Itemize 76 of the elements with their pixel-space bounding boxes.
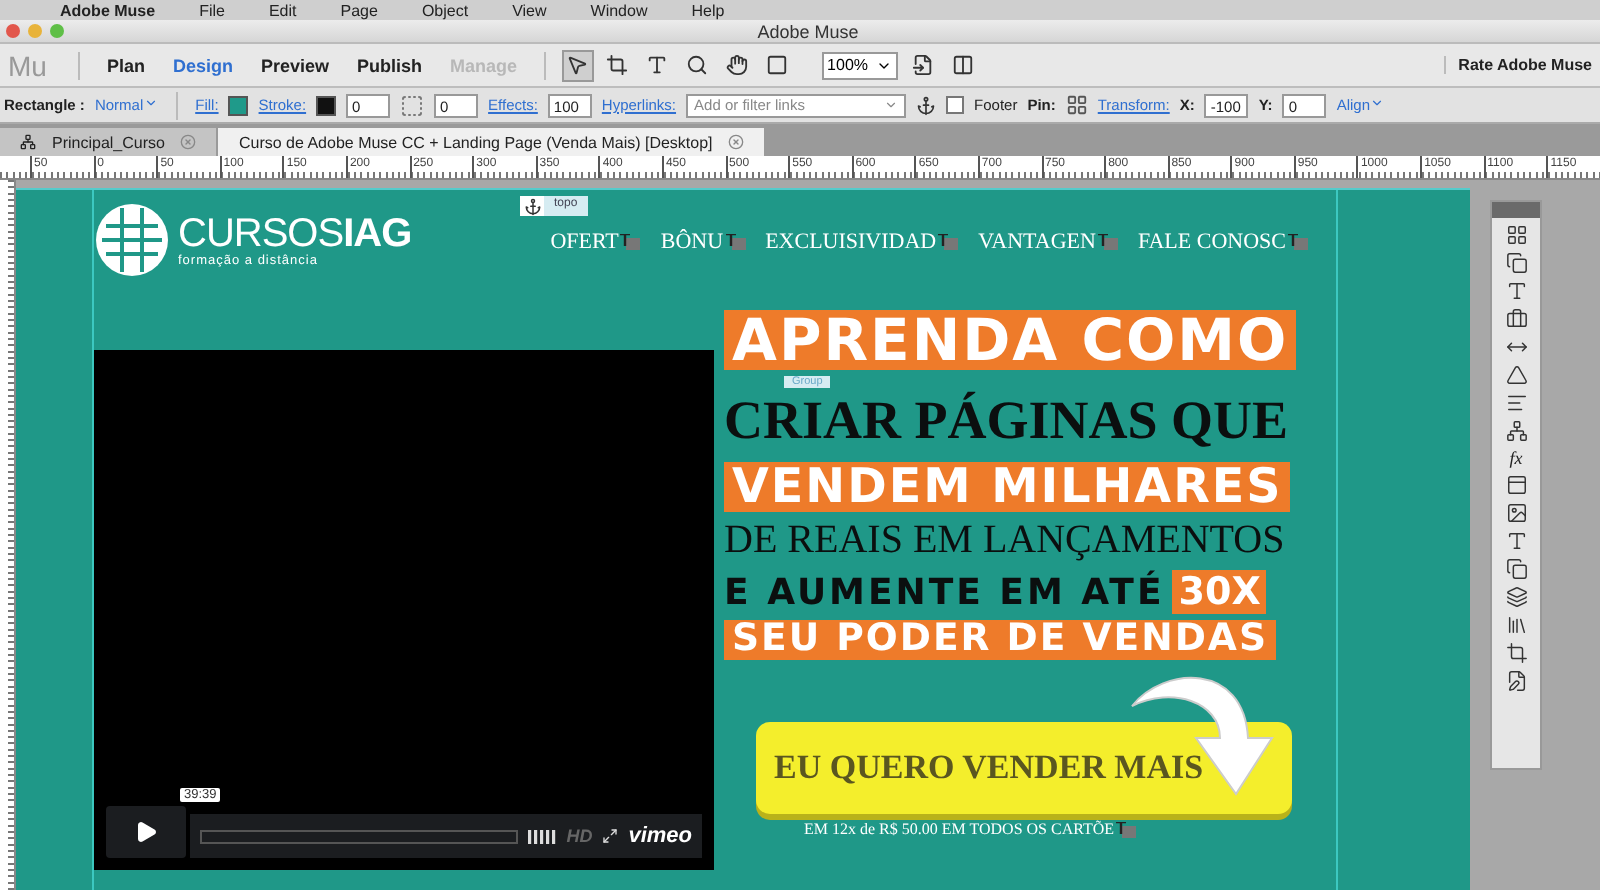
page-edit-icon[interactable] — [1505, 670, 1527, 692]
sitemap-icon[interactable] — [1505, 420, 1527, 442]
progress-track[interactable] — [200, 829, 519, 843]
zoom-select[interactable]: 100% — [821, 51, 899, 79]
document-tab[interactable]: Curso de Adobe Muse CC + Landing Page (Venda Mais) [Desktop] — [218, 128, 765, 156]
nav-link[interactable]: VANTAGEN — [978, 230, 1118, 254]
grid-icon[interactable] — [1505, 224, 1527, 246]
play-icon — [134, 820, 158, 844]
menu-item[interactable]: Adobe Muse — [60, 1, 156, 19]
caret-icon — [1370, 96, 1384, 110]
pin-icon[interactable] — [1065, 94, 1088, 116]
nav-link[interactable]: FALE CONOSC — [1137, 230, 1308, 254]
sitemap-icon — [20, 134, 36, 150]
pointer-tool-icon[interactable] — [561, 49, 594, 81]
headline-text: 30X — [1172, 570, 1267, 615]
caret-icon — [884, 98, 899, 112]
layers-icon[interactable] — [1505, 586, 1527, 608]
caret-icon — [143, 96, 158, 110]
text-icon[interactable] — [1505, 280, 1527, 302]
text-frame-icon — [1097, 234, 1118, 250]
library-icon[interactable] — [1505, 614, 1527, 636]
widget-icon[interactable] — [1505, 474, 1527, 496]
rate-link[interactable]: Rate Adobe Muse — [1444, 56, 1592, 74]
play-button[interactable] — [106, 806, 186, 858]
image-icon[interactable] — [1505, 502, 1527, 524]
menu-item[interactable]: Window — [590, 1, 648, 19]
text-style-icon[interactable] — [1505, 530, 1527, 552]
fill-swatch[interactable] — [228, 95, 249, 115]
layer-copy-icon[interactable] — [1505, 558, 1527, 580]
fullscreen-icon[interactable] — [602, 828, 619, 844]
text-frame-icon — [938, 234, 959, 250]
menu-item[interactable]: View — [512, 1, 547, 19]
headline-text: SEU PODER DE VENDAS — [724, 620, 1276, 661]
headline-text: DE REAIS EM LANÇAMENTOS — [724, 518, 1285, 565]
mode-tab[interactable]: Plan — [96, 51, 155, 79]
close-icon[interactable] — [728, 134, 745, 150]
effects-panel-button[interactable]: fx — [1509, 448, 1523, 468]
menu-item[interactable]: File — [199, 1, 225, 19]
app-label: Mu — [8, 49, 47, 81]
globe-logo-icon — [94, 202, 170, 278]
payment-note: EM 12x de R$ 50.00 EM TODOS OS CARTÕE — [804, 820, 1137, 839]
nav-link[interactable]: EXCLUISIVIDAD — [765, 230, 959, 254]
logo-text: CURSOSIAG — [178, 213, 412, 253]
vimeo-logo[interactable]: vimeo — [628, 824, 692, 848]
align-icon[interactable] — [1505, 392, 1527, 414]
mode-tab[interactable]: Publish — [347, 51, 433, 79]
window-title: Adobe Muse — [757, 21, 859, 41]
briefcase-icon[interactable] — [1505, 308, 1527, 330]
cta-button[interactable]: EU QUERO VENDER MAIS — [756, 722, 1292, 815]
menu-item[interactable]: Object — [421, 1, 469, 19]
headline-text: CRIAR PÁGINAS QUE — [724, 390, 1289, 453]
footer-checkbox[interactable] — [946, 96, 965, 114]
menu-item[interactable]: Page — [340, 1, 378, 19]
panel-header — [1492, 202, 1540, 218]
text-frame-icon — [620, 234, 641, 250]
nav-link[interactable]: BÔNU — [660, 230, 746, 254]
volume-icon[interactable] — [528, 829, 557, 843]
anchor-icon[interactable] — [916, 95, 937, 115]
text-frame-icon — [1288, 234, 1308, 250]
document-tab[interactable]: Principal_Curso — [0, 128, 217, 156]
mode-tab[interactable]: Preview — [250, 51, 340, 79]
headline-text: VENDEM MILHARES — [724, 462, 1291, 513]
menu-item[interactable]: Help — [691, 1, 725, 19]
menu-item[interactable]: Edit — [268, 1, 297, 19]
anchor-icon[interactable] — [523, 197, 541, 215]
headline-text: APRENDA COMO — [724, 310, 1297, 371]
corner-icon — [400, 93, 425, 117]
text-frame-icon — [1116, 821, 1137, 838]
crop-icon[interactable] — [1505, 642, 1527, 664]
triangle-icon[interactable] — [1505, 364, 1527, 386]
copy-icon[interactable] — [1505, 252, 1527, 274]
text-frame-icon — [725, 234, 746, 250]
mode-tab[interactable]: Design — [162, 51, 243, 79]
nav-link[interactable]: OFERT — [550, 230, 641, 254]
stroke-swatch[interactable] — [316, 95, 337, 115]
headline-text: E AUMENTE EM ATÉ — [724, 571, 1165, 614]
